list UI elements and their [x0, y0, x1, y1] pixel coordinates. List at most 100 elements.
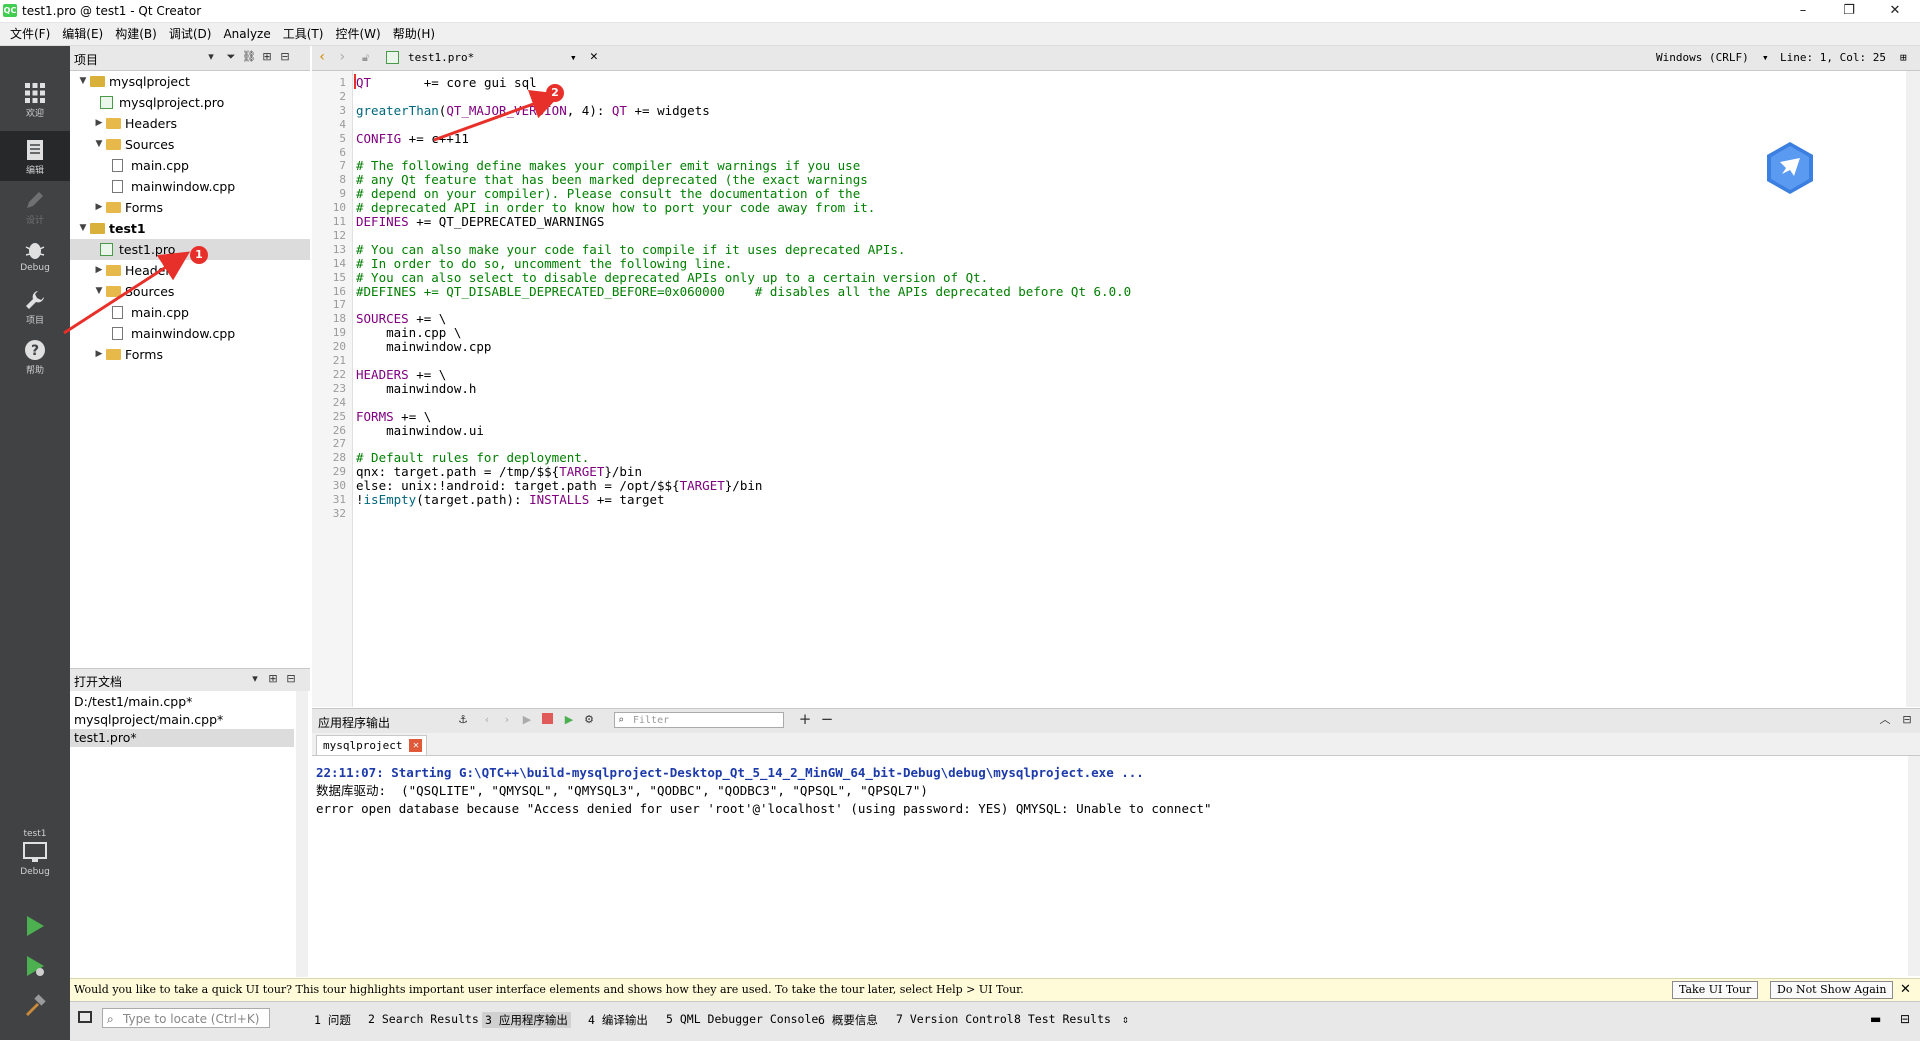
tree-item[interactable]: main.cpp: [70, 302, 310, 323]
tree-item[interactable]: ▶ Forms: [70, 197, 310, 218]
chevron-down-icon[interactable]: ▼: [94, 134, 104, 155]
menu-edit[interactable]: 编辑(E): [56, 23, 109, 45]
pane-tab-application-output[interactable]: 3 应用程序输出: [482, 1012, 571, 1028]
menu-tools[interactable]: 工具(T): [277, 23, 330, 45]
chevron-right-icon[interactable]: ▶: [94, 197, 104, 218]
close-file-icon[interactable]: ✕: [590, 49, 598, 64]
menu-widgets[interactable]: 控件(W): [329, 23, 386, 45]
forward-icon[interactable]: ›: [338, 49, 346, 65]
take-ui-tour-button[interactable]: Take UI Tour: [1672, 981, 1759, 999]
chevron-down-icon[interactable]: ▾: [1762, 51, 1769, 64]
progress-toggle-icon[interactable]: ▬: [1870, 1012, 1881, 1026]
code-line[interactable]: QT += core gui sql: [356, 74, 537, 91]
output-scrollbar[interactable]: [1908, 756, 1920, 976]
prev-icon[interactable]: ‹: [480, 713, 494, 727]
debug-attach-icon[interactable]: ▶: [562, 713, 576, 727]
mode-design[interactable]: 设计: [0, 181, 70, 231]
split-icon[interactable]: ⊞: [260, 50, 274, 64]
code-line[interactable]: #DEFINES += QT_DISABLE_DEPRECATED_BEFORE…: [356, 283, 1131, 300]
code-line[interactable]: !isEmpty(target.path): INSTALLS += targe…: [356, 491, 665, 508]
zoom-in-icon[interactable]: +: [798, 712, 812, 727]
chevron-down-icon[interactable]: ▾: [570, 51, 577, 64]
chevron-down-icon[interactable]: ▼: [94, 281, 104, 302]
close-tab-icon[interactable]: ✕: [409, 739, 423, 752]
rerun-icon[interactable]: ▶: [520, 713, 534, 727]
code-line[interactable]: mainwindow.h: [356, 380, 476, 397]
output-tab-mysqlproject[interactable]: mysqlproject ✕: [316, 735, 428, 755]
minimize-icon[interactable]: –: [1780, 0, 1826, 22]
maximize-icon[interactable]: ❐: [1826, 0, 1872, 22]
tree-item[interactable]: ▼ Sources: [70, 281, 310, 302]
chevron-down-icon[interactable]: ▾: [204, 50, 218, 64]
maximize-panel-icon[interactable]: ︿: [1878, 713, 1892, 727]
code-line[interactable]: DEFINES += QT_DEPRECATED_WARNINGS: [356, 213, 604, 230]
tree-item[interactable]: ▶ Headers: [70, 113, 310, 134]
floating-assistant-icon[interactable]: [1764, 140, 1816, 196]
build-hammer-icon[interactable]: [24, 994, 46, 1018]
chevron-right-icon[interactable]: ▶: [94, 344, 104, 365]
cursor-position[interactable]: Line: 1, Col: 25: [1780, 51, 1886, 64]
tree-item[interactable]: ▼ test1: [70, 218, 310, 239]
mode-help[interactable]: ? 帮助: [0, 331, 70, 381]
close-panel-icon[interactable]: ⊟: [278, 50, 292, 64]
pane-tabs-more-icon[interactable]: ⇕: [1122, 1012, 1129, 1026]
editor-scrollbar[interactable]: [1906, 71, 1920, 707]
chevron-right-icon[interactable]: ▶: [94, 113, 104, 134]
open-document-item[interactable]: D:/test1/main.cpp*: [70, 693, 294, 711]
output-filter-input[interactable]: ⌕ Filter: [614, 712, 784, 728]
chevron-down-icon[interactable]: ▼: [78, 71, 88, 92]
pane-tab-general-messages[interactable]: 6 概要信息: [818, 1012, 878, 1028]
tree-item[interactable]: mainwindow.cpp: [70, 323, 310, 344]
open-document-item[interactable]: mysqlproject/main.cpp*: [70, 711, 294, 729]
kit-selector[interactable]: test1 Debug: [0, 829, 70, 877]
gear-icon[interactable]: ⚙: [582, 713, 596, 727]
toggle-output-icon[interactable]: ⊟: [1900, 1012, 1910, 1026]
zoom-out-icon[interactable]: −: [820, 712, 834, 727]
scrollbar[interactable]: [296, 691, 308, 977]
menu-analyze[interactable]: Analyze: [217, 23, 276, 45]
mode-debug[interactable]: Debug: [0, 231, 70, 281]
mode-welcome[interactable]: 欢迎: [0, 74, 70, 124]
menu-build[interactable]: 构建(B): [109, 23, 163, 45]
tree-item[interactable]: mysqlproject.pro: [70, 92, 310, 113]
editor-file-name[interactable]: test1.pro*: [408, 51, 474, 64]
toggle-sidebar-icon[interactable]: [78, 1011, 92, 1023]
close-icon[interactable]: ✕: [1872, 0, 1918, 22]
back-icon[interactable]: ‹: [318, 49, 326, 65]
pane-tab-issues[interactable]: 1 问题: [314, 1012, 351, 1028]
code-line[interactable]: CONFIG += c++11: [356, 130, 469, 147]
next-icon[interactable]: ›: [500, 713, 514, 727]
menu-debug[interactable]: 调试(D): [163, 23, 218, 45]
tree-item[interactable]: ▶ Forms: [70, 344, 310, 365]
debug-run-icon[interactable]: [24, 954, 46, 978]
stop-icon[interactable]: [540, 713, 554, 727]
tree-item[interactable]: mainwindow.cpp: [70, 176, 310, 197]
split-icon[interactable]: ⊞: [266, 672, 280, 686]
pane-tab-qml-debugger-console[interactable]: 5 QML Debugger Console: [666, 1012, 818, 1026]
close-panel-icon[interactable]: ⊟: [284, 672, 298, 686]
tree-item[interactable]: ▶ Headers: [70, 260, 310, 281]
menu-file[interactable]: 文件(F): [4, 23, 56, 45]
code-line[interactable]: mainwindow.ui: [356, 422, 484, 439]
application-output[interactable]: 22:11:07: Starting G:\QTC++\build-mysqlp…: [312, 756, 1908, 976]
chevron-right-icon[interactable]: ▶: [94, 260, 104, 281]
open-document-item[interactable]: test1.pro*: [70, 729, 294, 747]
mode-edit[interactable]: 编辑: [0, 131, 70, 181]
run-icon[interactable]: [24, 914, 46, 938]
locator-input[interactable]: ⌕ Type to locate (Ctrl+K): [102, 1008, 270, 1028]
split-icon[interactable]: ⊞: [1900, 51, 1907, 64]
do-not-show-again-button[interactable]: Do Not Show Again: [1770, 981, 1894, 999]
close-icon[interactable]: ✕: [1900, 982, 1911, 997]
tree-item[interactable]: main.cpp: [70, 155, 310, 176]
filter-icon[interactable]: ⏷: [224, 50, 238, 64]
link-icon[interactable]: ⛓: [242, 50, 256, 64]
tree-item[interactable]: ▼ Sources: [70, 134, 310, 155]
chevron-down-icon[interactable]: ▾: [248, 672, 262, 686]
pane-tab-search-results[interactable]: 2 Search Results: [368, 1012, 479, 1026]
menu-help[interactable]: 帮助(H): [387, 23, 441, 45]
attach-icon[interactable]: ⚓︎: [456, 713, 470, 727]
pane-tab-compile-output[interactable]: 4 编译输出: [588, 1012, 648, 1028]
code-line[interactable]: greaterThan(QT_MAJOR_VERSION, 4): QT += …: [356, 102, 710, 119]
code-line[interactable]: mainwindow.cpp: [356, 338, 491, 355]
tree-item[interactable]: ▼ mysqlproject: [70, 71, 310, 92]
